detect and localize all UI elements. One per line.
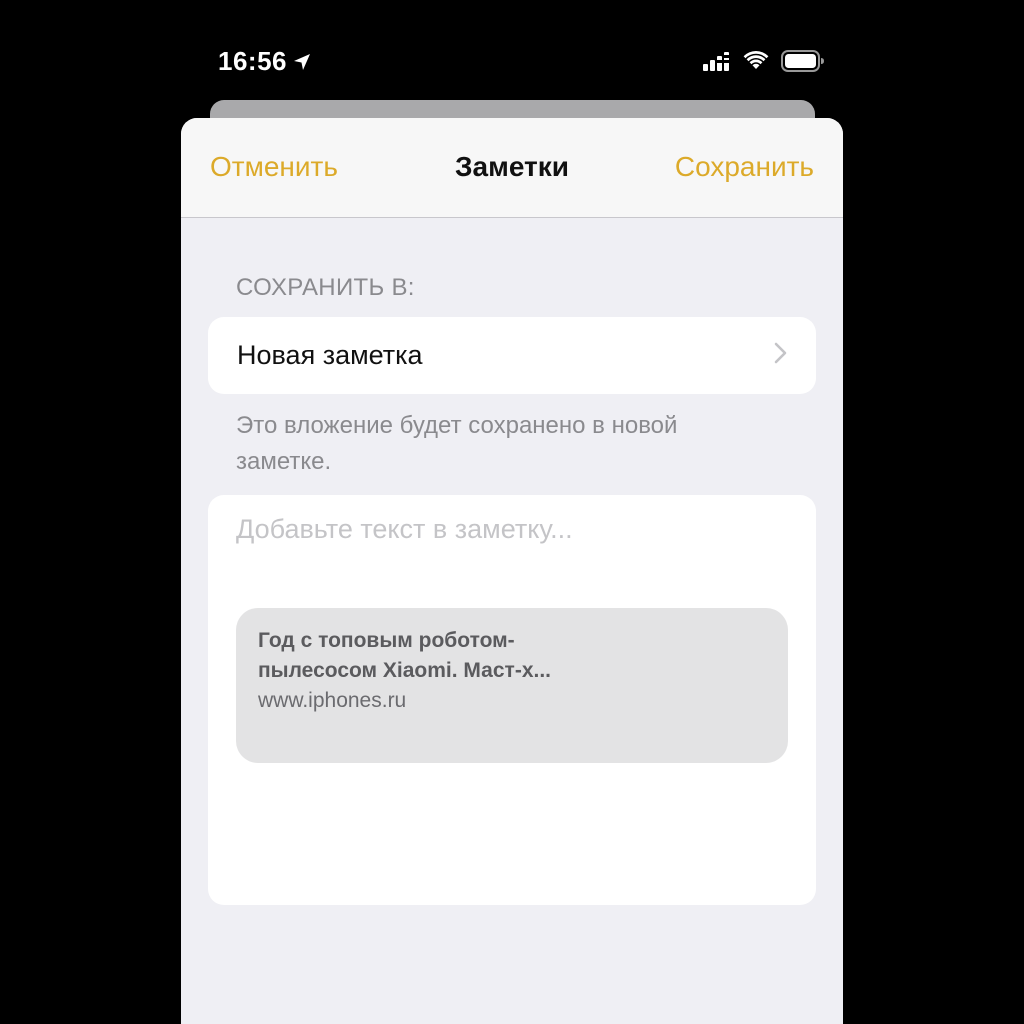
destination-label: Новая заметка	[237, 340, 423, 370]
link-preview-url: www.iphones.ru	[258, 689, 407, 712]
status-time-label: 16:56	[218, 46, 287, 76]
save-to-footer: Это вложение будет сохранено в новой зам…	[236, 412, 678, 475]
link-preview[interactable]: Год с топовым роботом-пылесосом Xiaomi. …	[236, 608, 788, 763]
cellular-signal-icon	[703, 51, 731, 71]
save-button[interactable]: Сохранить	[675, 151, 814, 183]
note-text-input[interactable]	[236, 509, 786, 549]
save-to-header: СОХРАНИТЬ В:	[236, 274, 415, 301]
status-time: 16:56	[218, 46, 311, 77]
status-icons	[703, 50, 825, 72]
note-card: Год с топовым роботом-пылесосом Xiaomi. …	[208, 495, 816, 905]
destination-row[interactable]: Новая заметка	[208, 317, 816, 394]
notes-share-sheet: Отменить Заметки Сохранить СОХРАНИТЬ В: …	[181, 118, 843, 1024]
wifi-icon	[743, 51, 769, 71]
chevron-right-icon	[774, 342, 788, 369]
link-preview-title: Год с топовым роботом-пылесосом Xiaomi. …	[258, 629, 552, 682]
battery-icon	[781, 50, 825, 72]
location-arrow-icon	[293, 53, 311, 71]
screen: 16:56 Отменить Заметки Сохранить СОХРАНИ…	[0, 0, 1024, 1024]
navigation-bar: Отменить Заметки Сохранить	[181, 118, 843, 218]
